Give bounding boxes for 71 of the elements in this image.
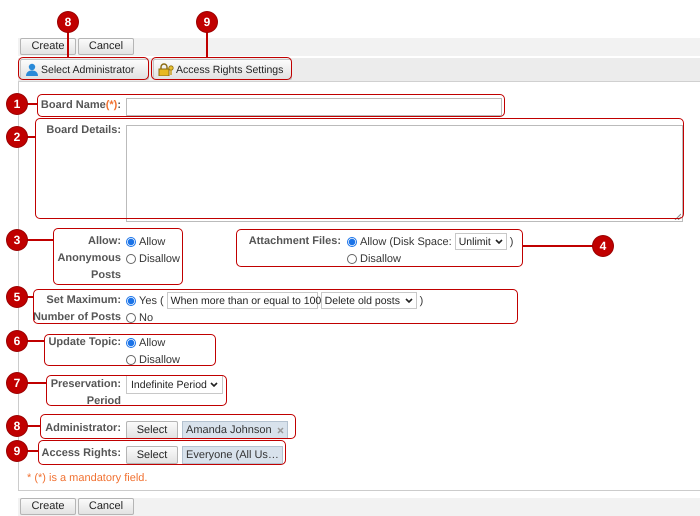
dropdown[interactable]: Unlimit bbox=[454, 233, 507, 250]
mandatory-note: * (*) is a mandatory field. bbox=[27, 472, 148, 484]
footer-button[interactable]: Create bbox=[20, 498, 76, 515]
callout-number: 2 bbox=[7, 127, 27, 147]
toolbar-button[interactable]: Cancel bbox=[78, 38, 134, 55]
field-label: Set Maximum: bbox=[46, 293, 121, 308]
leader-line bbox=[523, 245, 593, 247]
radio-button[interactable] bbox=[126, 312, 136, 322]
field-label: Anonymous bbox=[57, 251, 121, 266]
callout-number: 7 bbox=[7, 373, 27, 393]
callout-number: 4 bbox=[593, 236, 613, 256]
option-label: Yes ( bbox=[139, 294, 164, 306]
callout-number: 9 bbox=[197, 12, 217, 32]
leader-line bbox=[67, 32, 69, 57]
field-label: Period bbox=[86, 394, 121, 409]
radio-button[interactable] bbox=[126, 354, 136, 364]
caret-icon bbox=[210, 382, 218, 387]
callout-number: 3 bbox=[7, 230, 27, 250]
option-label: Allow (Disk Space: bbox=[360, 236, 452, 248]
field-label: Administrator: bbox=[45, 421, 121, 436]
field-label: Preservation: bbox=[50, 377, 121, 392]
option-label: Disallow bbox=[360, 252, 401, 264]
toolbar-button[interactable]: Create bbox=[20, 38, 76, 55]
field-label: Board Details: bbox=[46, 123, 121, 138]
callout-number: 6 bbox=[7, 331, 27, 351]
radio-button[interactable] bbox=[126, 254, 136, 264]
dropdown[interactable]: Delete old posts bbox=[320, 292, 417, 309]
field-label: Access Rights: bbox=[42, 446, 121, 461]
field-label: Attachment Files: bbox=[248, 234, 341, 249]
leader-line bbox=[27, 340, 44, 342]
radio-button[interactable] bbox=[126, 236, 136, 246]
option-label: Disallow bbox=[139, 354, 180, 366]
resize-grip-icon bbox=[674, 213, 681, 220]
callout-number: 1 bbox=[7, 94, 27, 114]
tag-label: Everyone (All Us… bbox=[186, 449, 279, 461]
toolbar-tab[interactable]: Select Administrator bbox=[20, 59, 149, 80]
toolbar-tab[interactable]: Access Rights Settings bbox=[153, 59, 292, 80]
callout-number: 5 bbox=[7, 287, 27, 307]
board-name-field[interactable] bbox=[126, 98, 502, 116]
bracket-text: ) bbox=[420, 294, 424, 306]
option-label: No bbox=[139, 312, 154, 324]
leader-line bbox=[27, 425, 40, 427]
caret-icon bbox=[404, 298, 413, 303]
footer-button[interactable]: Cancel bbox=[78, 498, 134, 515]
tag-label: Amanda Johnson bbox=[186, 424, 272, 436]
radio-button[interactable] bbox=[347, 254, 357, 264]
field-label: Number of Posts bbox=[32, 310, 121, 325]
person-icon bbox=[25, 63, 39, 76]
leader-line bbox=[27, 382, 46, 384]
leader-line bbox=[206, 32, 208, 57]
field-label: Allow: bbox=[88, 234, 121, 249]
select-button[interactable]: Select bbox=[126, 446, 178, 464]
option-label: Allow bbox=[139, 236, 166, 248]
select-button[interactable]: Select bbox=[126, 421, 178, 439]
field-label: Update Topic: bbox=[48, 335, 121, 350]
bracket-text: ) bbox=[510, 236, 514, 248]
callout-number: 9 bbox=[7, 441, 27, 461]
option-label: Disallow bbox=[139, 252, 180, 264]
field-label: Board Name(*): bbox=[40, 98, 121, 113]
dropdown[interactable]: Indefinite Period bbox=[126, 375, 223, 394]
caret-icon bbox=[494, 239, 503, 244]
radio-button[interactable] bbox=[126, 296, 136, 306]
option-label: Allow bbox=[139, 336, 166, 348]
field-label: Posts bbox=[91, 268, 121, 283]
leader-line bbox=[27, 239, 53, 241]
callout-number: 8 bbox=[7, 416, 27, 436]
radio-button[interactable] bbox=[126, 338, 136, 348]
details-field[interactable] bbox=[126, 125, 683, 222]
callout-number: 8 bbox=[58, 12, 78, 32]
radio-button[interactable] bbox=[347, 236, 357, 246]
padlock-key-icon bbox=[158, 63, 174, 76]
